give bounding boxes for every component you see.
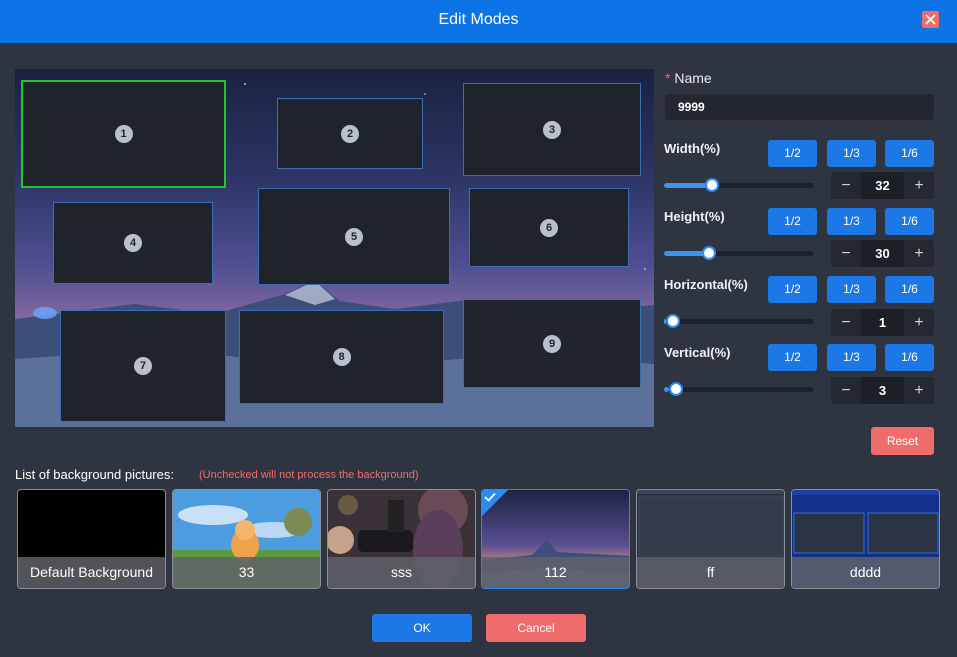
reset-button[interactable]: Reset [871,427,934,455]
background-item-label: 33 [173,557,320,588]
height-third-button[interactable]: 1/3 [827,208,876,235]
vertical-decrement-button[interactable]: − [831,377,861,404]
horizontal-third-button[interactable]: 1/3 [827,276,876,303]
background-list-hint: (Unchecked will not process the backgrou… [199,469,419,481]
background-item-label: sss [328,557,475,588]
height-half-button[interactable]: 1/2 [768,208,817,235]
vertical-third-button[interactable]: 1/3 [827,344,876,371]
vertical-slider-thumb[interactable] [668,382,683,396]
height-increment-button[interactable]: + [904,240,934,267]
vertical-increment-button[interactable]: + [904,377,934,404]
region-number: 2 [341,124,359,143]
width-third-button[interactable]: 1/3 [827,140,876,167]
horizontal-half-button[interactable]: 1/2 [768,276,817,303]
region-number: 5 [345,227,363,246]
horizontal-increment-button[interactable]: + [904,309,934,336]
height-slider[interactable] [664,251,814,256]
name-input[interactable] [665,94,934,120]
width-stepper: − 32 + [831,172,934,199]
horizontal-slider-thumb[interactable] [665,314,680,328]
vertical-value[interactable]: 3 [861,377,904,404]
height-slider-thumb[interactable] [702,246,716,260]
height-sixth-button[interactable]: 1/6 [885,208,934,235]
horizontal-decrement-button[interactable]: − [831,309,861,336]
dialog-header: Edit Modes [0,0,957,43]
check-icon [484,492,496,502]
region-3[interactable]: 3 [463,83,641,176]
region-1[interactable]: 1 [21,80,226,188]
region-number: 4 [124,234,142,252]
name-label-text: Name [674,70,712,86]
horizontal-stepper: − 1 + [831,309,934,336]
region-number: 7 [134,357,152,375]
background-item-label: dddd [792,557,939,588]
vertical-stepper: − 3 + [831,377,934,404]
selected-check-badge [482,490,508,516]
vertical-label: Vertical(%) [664,345,731,360]
region-6[interactable]: 6 [469,188,629,267]
region-5[interactable]: 5 [258,188,450,285]
width-label: Width(%) [664,141,721,156]
region-2[interactable]: 2 [277,98,423,169]
region-number: 6 [540,218,558,237]
region-number: 3 [543,120,561,139]
horizontal-slider[interactable] [664,319,814,324]
vertical-sixth-button[interactable]: 1/6 [885,344,934,371]
background-item-sss[interactable]: sss [327,489,476,589]
close-icon [925,14,936,25]
background-item-112[interactable]: 112 [481,489,630,589]
width-increment-button[interactable]: + [904,172,934,199]
region-number: 1 [114,125,133,143]
width-half-button[interactable]: 1/2 [768,140,817,167]
height-decrement-button[interactable]: − [831,240,861,267]
background-item-default[interactable]: Default Background [17,489,166,589]
vertical-slider[interactable] [664,387,814,392]
region-number: 9 [543,334,561,353]
horizontal-sixth-button[interactable]: 1/6 [885,276,934,303]
background-item-33[interactable]: 33 [172,489,321,589]
background-item-ff[interactable]: ff [636,489,785,589]
dialog-title: Edit Modes [438,11,519,28]
height-value[interactable]: 30 [861,240,904,267]
background-item-label: Default Background [18,557,165,588]
required-mark: * [665,70,671,86]
height-stepper: − 30 + [831,240,934,267]
background-item-dddd[interactable]: dddd [791,489,940,589]
slider-fill [664,387,669,392]
name-label: * Name [665,70,712,86]
cancel-button[interactable]: Cancel [486,614,586,642]
background-item-label: ff [637,557,784,588]
height-label: Height(%) [664,209,725,224]
layout-preview: 1 2 3 4 5 6 7 8 9 [15,69,654,427]
region-9[interactable]: 9 [463,299,641,388]
region-7[interactable]: 7 [60,310,226,422]
horizontal-value[interactable]: 1 [861,309,904,336]
background-item-label: 112 [482,557,629,588]
width-slider[interactable] [664,183,814,188]
width-slider-thumb[interactable] [705,178,719,192]
close-button[interactable] [922,11,939,28]
region-number: 8 [332,348,351,366]
ok-button[interactable]: OK [372,614,472,642]
width-value[interactable]: 32 [861,172,904,199]
region-8[interactable]: 8 [239,310,444,404]
horizontal-label: Horizontal(%) [664,277,748,292]
width-decrement-button[interactable]: − [831,172,861,199]
region-4[interactable]: 4 [53,202,213,284]
background-list-title: List of background pictures: [15,467,174,482]
width-sixth-button[interactable]: 1/6 [885,140,934,167]
vertical-half-button[interactable]: 1/2 [768,344,817,371]
